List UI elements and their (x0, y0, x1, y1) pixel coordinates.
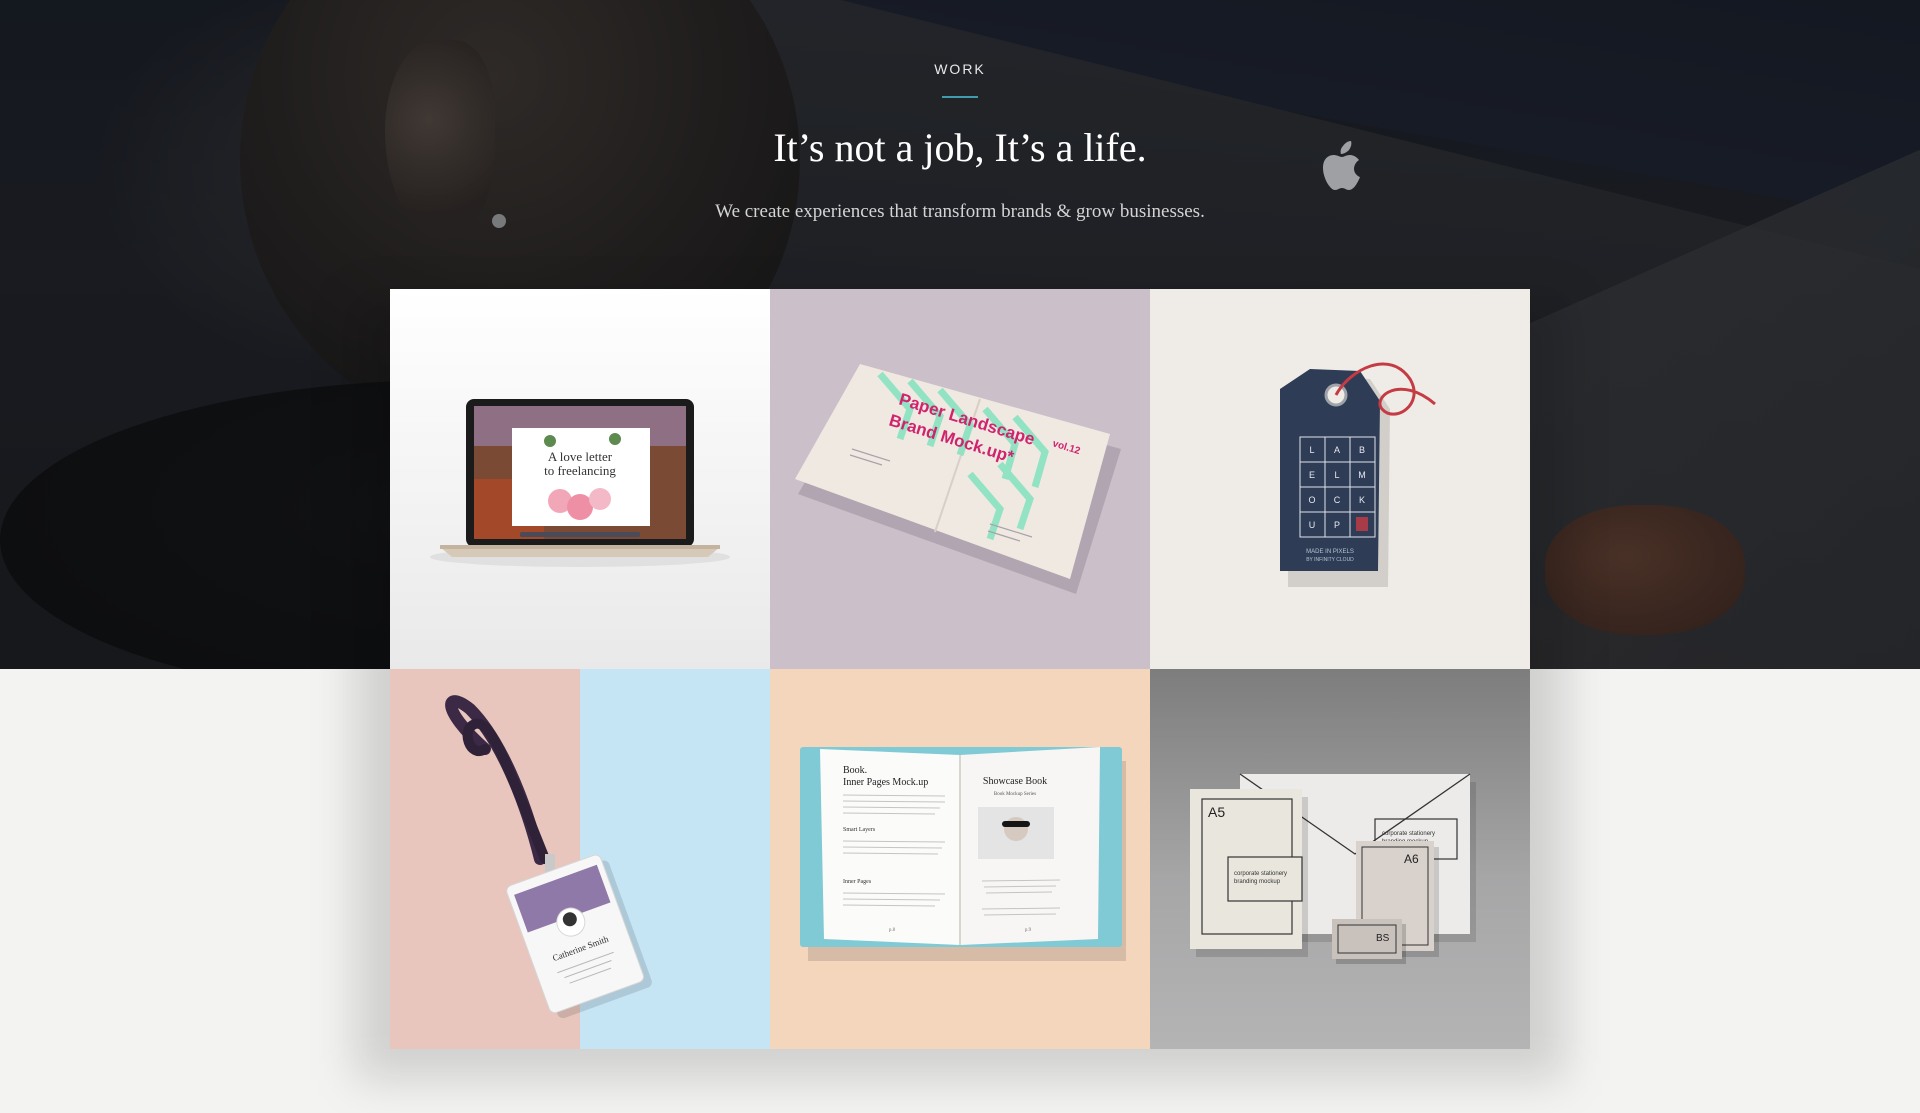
laptop-screen-title-1: A love letter (548, 449, 613, 464)
tag-letter-9: K (1359, 495, 1365, 505)
tag-letter-10: U (1309, 520, 1316, 530)
portfolio-item-book[interactable]: Book. Inner Pages Mock.up Smart Layers I… (770, 669, 1150, 1049)
tag-letter-2: A (1334, 445, 1340, 455)
stationery-a6-label: A6 (1404, 852, 1419, 866)
laptop-mockup-image: A love letter to freelancing (430, 399, 730, 567)
section-label: WORK (934, 61, 986, 77)
tag-letter-1: L (1309, 445, 1314, 455)
section-headline: It’s not a job, It’s a life. (773, 125, 1147, 170)
stationery-envelope-label-1: corporate stationery (1382, 831, 1435, 837)
book-page-left: p.8 (889, 928, 896, 933)
section-label-divider (942, 96, 978, 98)
portfolio-item-badge[interactable]: Catherine Smith (390, 669, 770, 1049)
book-right-title: Showcase Book (983, 776, 1047, 787)
badge-mockup-image: Catherine Smith (445, 695, 652, 1019)
tag-footer-2: BY INFINITY CLOUD (1306, 557, 1354, 563)
paper-mockup-image: Paper Landscape Brand Mock.up* vol.12 (795, 364, 1121, 594)
book-left-sub-2: Inner Pages (843, 879, 872, 885)
section-subheadline: We create experiences that transform bra… (715, 201, 1205, 222)
portfolio-item-stationery[interactable]: corporate stationery branding mockup A5 … (1150, 669, 1530, 1049)
tag-letter-8: C (1334, 495, 1341, 505)
tag-mockup-image: L A B E L M O C K U P MADE IN PIXELS BY … (1280, 362, 1436, 587)
stationery-a5-label-2: branding mockup (1234, 879, 1281, 885)
tag-letter-3: B (1359, 445, 1365, 455)
book-left-sub-1: Smart Layers (843, 827, 876, 833)
book-left-title-1: Book. (843, 765, 867, 776)
portfolio-item-laptop[interactable]: A love letter to freelancing (390, 289, 770, 669)
tag-letter-4: E (1309, 470, 1315, 480)
portfolio-item-paper[interactable]: Paper Landscape Brand Mock.up* vol.12 (770, 289, 1150, 669)
stationery-bs-label: BS (1376, 933, 1390, 944)
book-right-sub: Book Mockup Series (994, 792, 1036, 797)
book-left-title-2: Inner Pages Mock.up (843, 777, 928, 788)
stationery-mockup-image: corporate stationery branding mockup A5 … (1190, 773, 1476, 964)
tag-footer-1: MADE IN PIXELS (1306, 549, 1354, 555)
portfolio-item-tag[interactable]: L A B E L M O C K U P MADE IN PIXELS BY … (1150, 289, 1530, 669)
tag-letter-5: L (1334, 470, 1339, 480)
tag-letter-6: M (1358, 470, 1366, 480)
tag-letter-11: P (1334, 520, 1340, 530)
laptop-screen-title-2: to freelancing (544, 463, 616, 478)
book-mockup-image: Book. Inner Pages Mock.up Smart Layers I… (800, 747, 1126, 961)
tag-letter-7: O (1308, 495, 1315, 505)
portfolio-grid: A love letter to freelancing Paper Lands… (390, 289, 1530, 1049)
stationery-a5-label: A5 (1208, 804, 1225, 820)
book-page-right: p.9 (1025, 928, 1032, 933)
stationery-a5-label-1: corporate stationery (1234, 871, 1287, 877)
